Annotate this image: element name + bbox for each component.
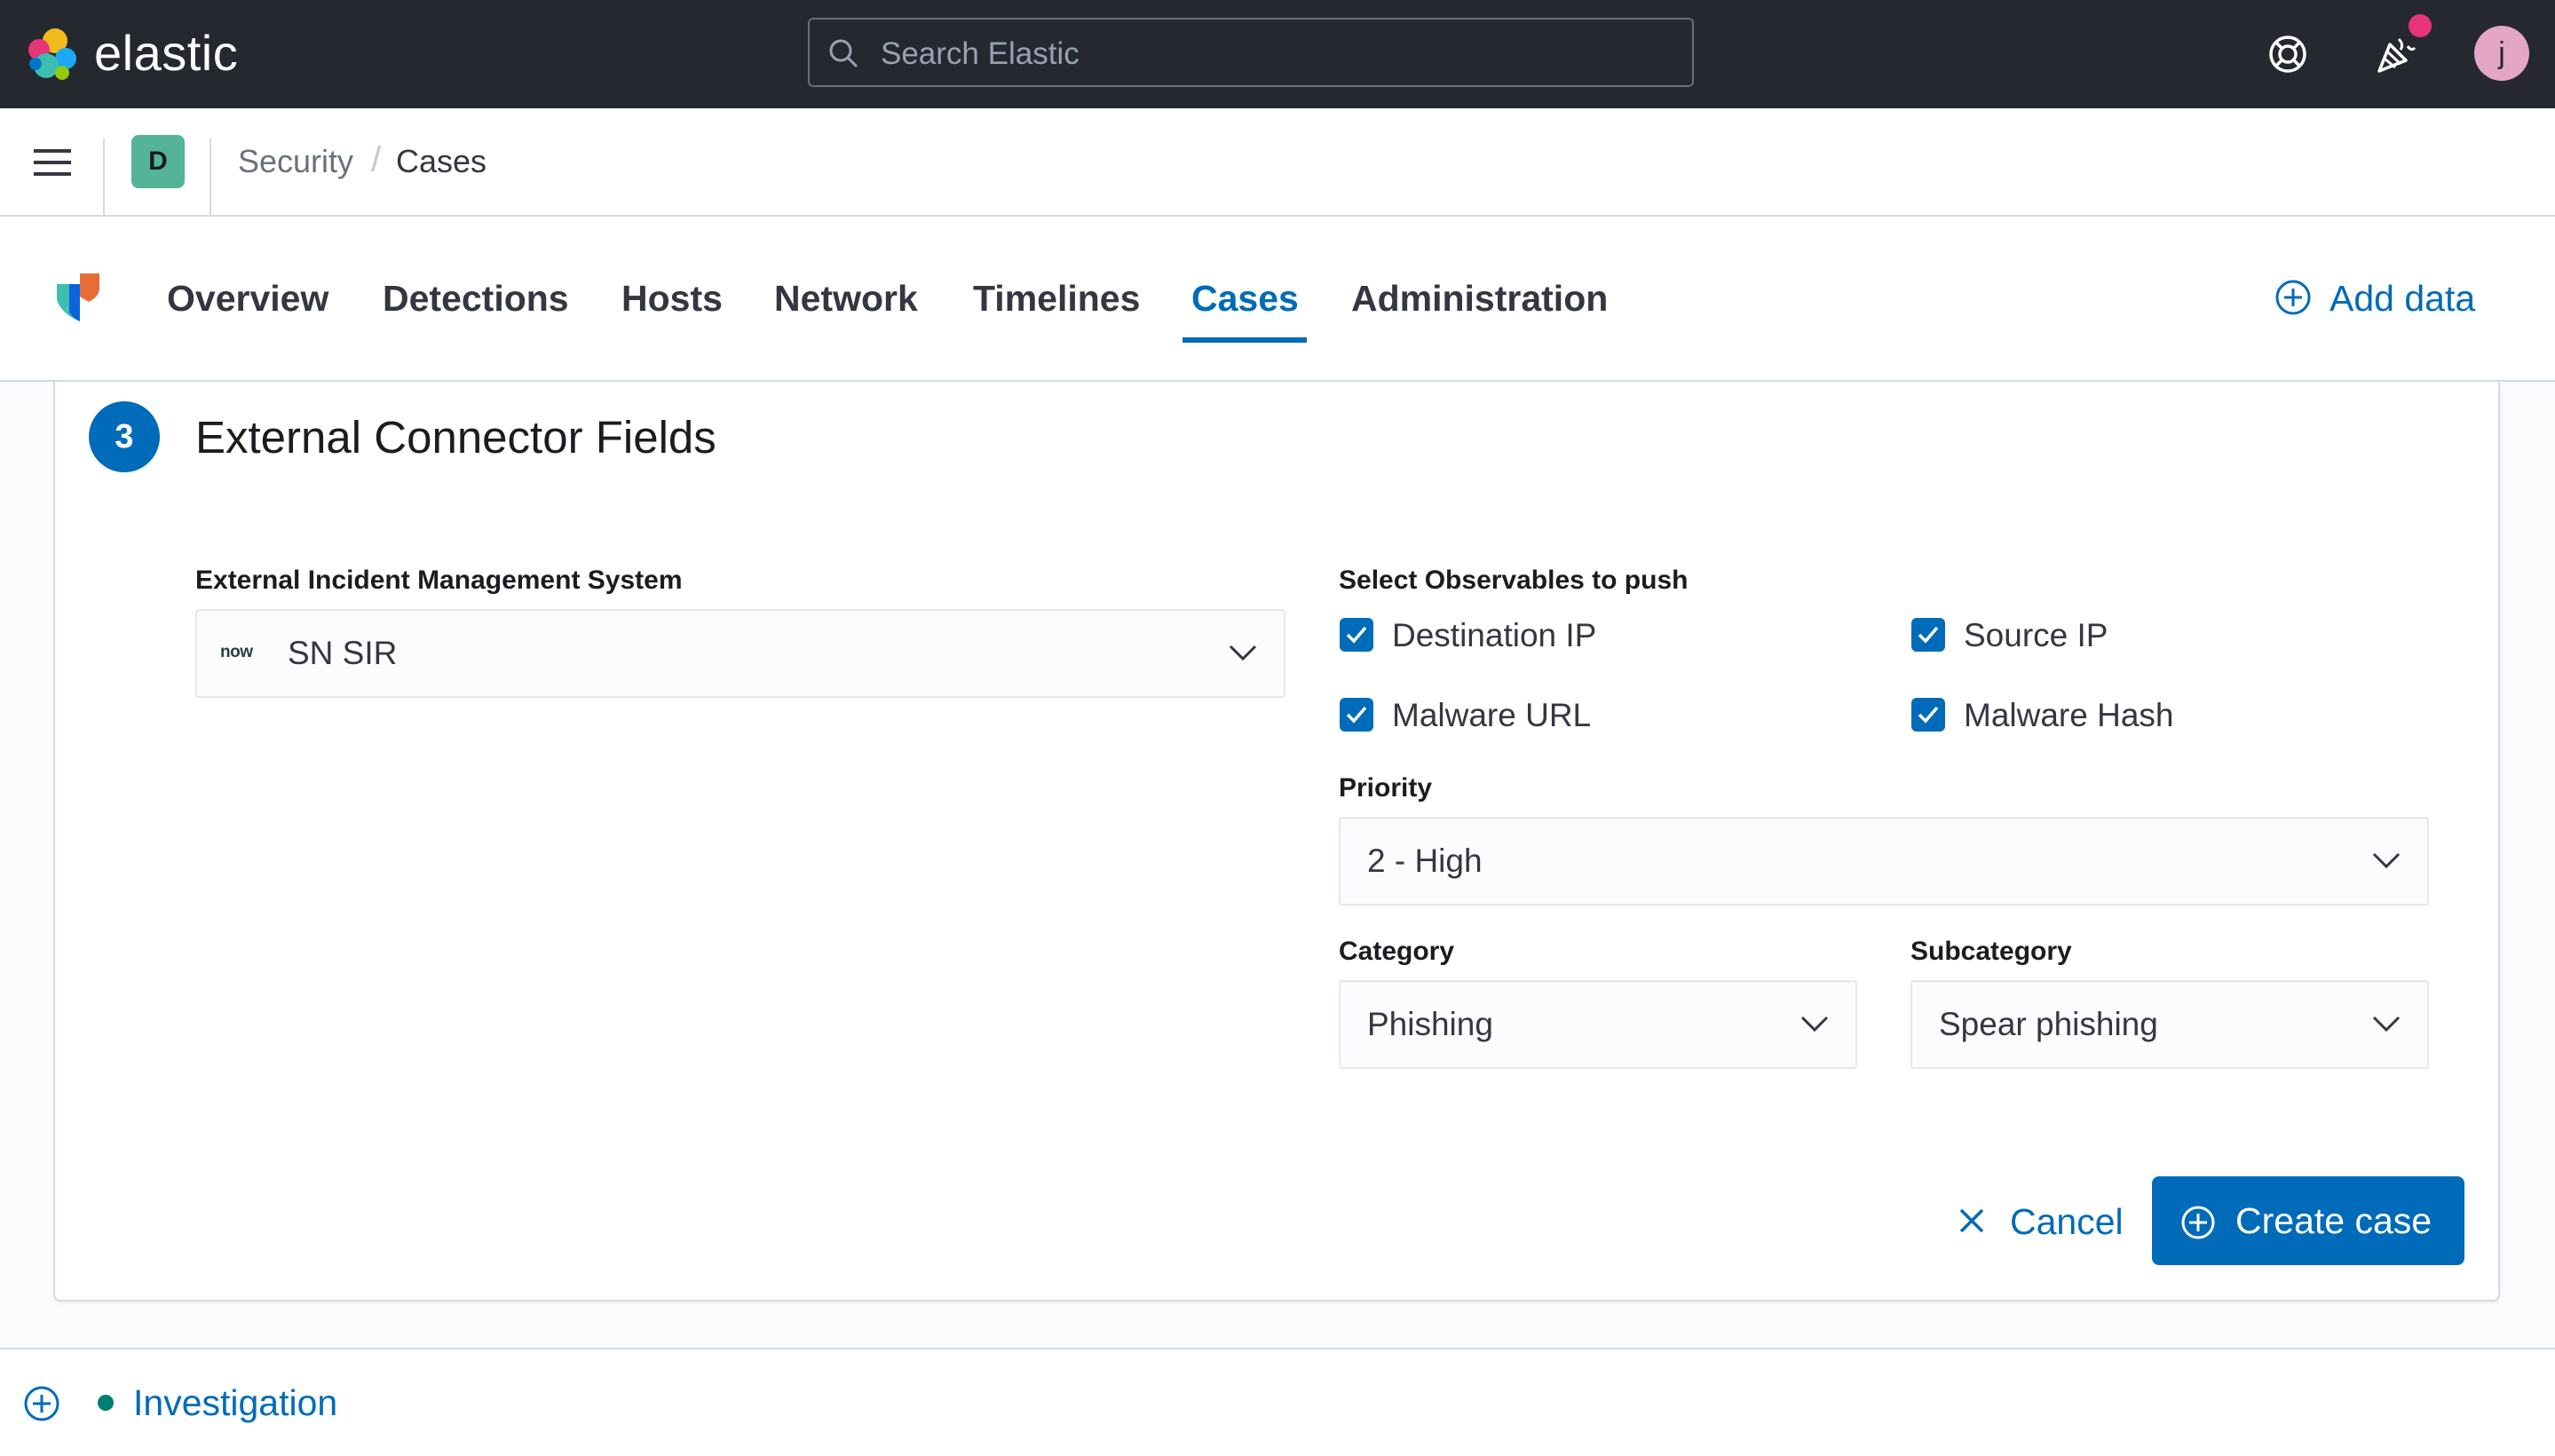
global-search[interactable] — [808, 18, 1694, 87]
chevron-down-icon — [1229, 643, 1257, 667]
checkbox-label[interactable]: Malware Hash — [1964, 694, 2173, 737]
breadcrumb-bar — [0, 108, 2555, 217]
chevron-down-icon — [1800, 1014, 1829, 1038]
menu-hamburger-icon[interactable] — [34, 147, 71, 182]
subcategory-label: Subcategory — [1910, 937, 2072, 966]
help-lifebuoy-icon[interactable] — [2267, 34, 2308, 79]
close-icon — [1958, 1207, 1985, 1238]
cancel-label: Cancel — [2010, 1201, 2124, 1242]
tab-network[interactable]: Network — [774, 270, 918, 327]
plus-circle-icon — [2180, 1205, 2216, 1245]
checkbox-label[interactable]: Destination IP — [1392, 614, 1596, 657]
security-app-logo-icon[interactable] — [53, 270, 103, 329]
subcategory-value: Spear phishing — [1939, 1006, 2158, 1042]
space-avatar[interactable]: D — [131, 135, 185, 188]
timeline-status-dot — [98, 1395, 114, 1411]
add-data-link[interactable]: Add data — [2330, 270, 2475, 327]
observables-label: Select Observables to push — [1339, 566, 1689, 595]
checkbox-label[interactable]: Malware URL — [1392, 694, 1591, 737]
elastic-logo-icon[interactable] — [23, 25, 82, 88]
active-tab-indicator — [1183, 337, 1307, 343]
step-title: External Connector Fields — [195, 412, 716, 463]
breadcrumb-separator: / — [371, 140, 382, 179]
category-value: Phishing — [1367, 1006, 1493, 1042]
step-number: 3 — [89, 401, 160, 472]
subcategory-select[interactable]: Spear phishing — [1910, 980, 2429, 1069]
priority-select[interactable]: 2 - High — [1339, 817, 2429, 906]
chevron-down-icon — [2372, 1014, 2401, 1038]
connector-value: SN SIR — [288, 635, 398, 671]
user-avatar[interactable]: j — [2474, 26, 2529, 81]
search-icon — [827, 37, 859, 74]
tab-timelines[interactable]: Timelines — [973, 270, 1140, 327]
tab-administration[interactable]: Administration — [1351, 270, 1608, 327]
divider — [103, 138, 105, 215]
servicenow-logo-icon: now — [220, 643, 253, 661]
breadcrumb-security[interactable]: Security — [238, 140, 353, 183]
search-input[interactable] — [879, 30, 1664, 78]
timeline-bottom-bar — [0, 1348, 2555, 1456]
tab-cases[interactable]: Cases — [1191, 270, 1299, 327]
create-case-label: Create case — [2235, 1200, 2432, 1241]
notification-dot — [2409, 14, 2432, 37]
divider — [210, 138, 211, 215]
cancel-button[interactable]: Cancel — [1953, 1190, 2131, 1252]
connector-select[interactable]: now SN SIR — [195, 609, 1285, 698]
plus-circle-icon[interactable] — [2274, 279, 2312, 320]
checkbox-source-ip[interactable] — [1911, 618, 1945, 652]
chevron-down-icon — [2372, 851, 2401, 874]
plus-circle-icon[interactable] — [23, 1385, 60, 1427]
create-case-button[interactable]: Create case — [2152, 1176, 2464, 1265]
tab-detections[interactable]: Detections — [383, 270, 569, 327]
breadcrumb-cases: Cases — [396, 143, 487, 179]
category-select[interactable]: Phishing — [1339, 980, 1857, 1069]
newsfeed-cheer-icon[interactable] — [2374, 32, 2418, 81]
checkbox-malware-hash[interactable] — [1911, 698, 1945, 732]
checkbox-label[interactable]: Source IP — [1964, 614, 2108, 657]
category-label: Category — [1339, 937, 1455, 966]
checkbox-malware-url[interactable] — [1340, 698, 1373, 732]
tab-hosts[interactable]: Hosts — [621, 270, 723, 327]
priority-label: Priority — [1339, 773, 1433, 803]
timeline-investigation-link[interactable]: Investigation — [133, 1380, 337, 1426]
elastic-wordmark[interactable]: elastic — [94, 21, 238, 85]
checkbox-destination-ip[interactable] — [1340, 618, 1373, 652]
tab-overview[interactable]: Overview — [167, 270, 328, 327]
connector-label: External Incident Management System — [195, 566, 683, 595]
priority-value: 2 - High — [1367, 843, 1483, 879]
